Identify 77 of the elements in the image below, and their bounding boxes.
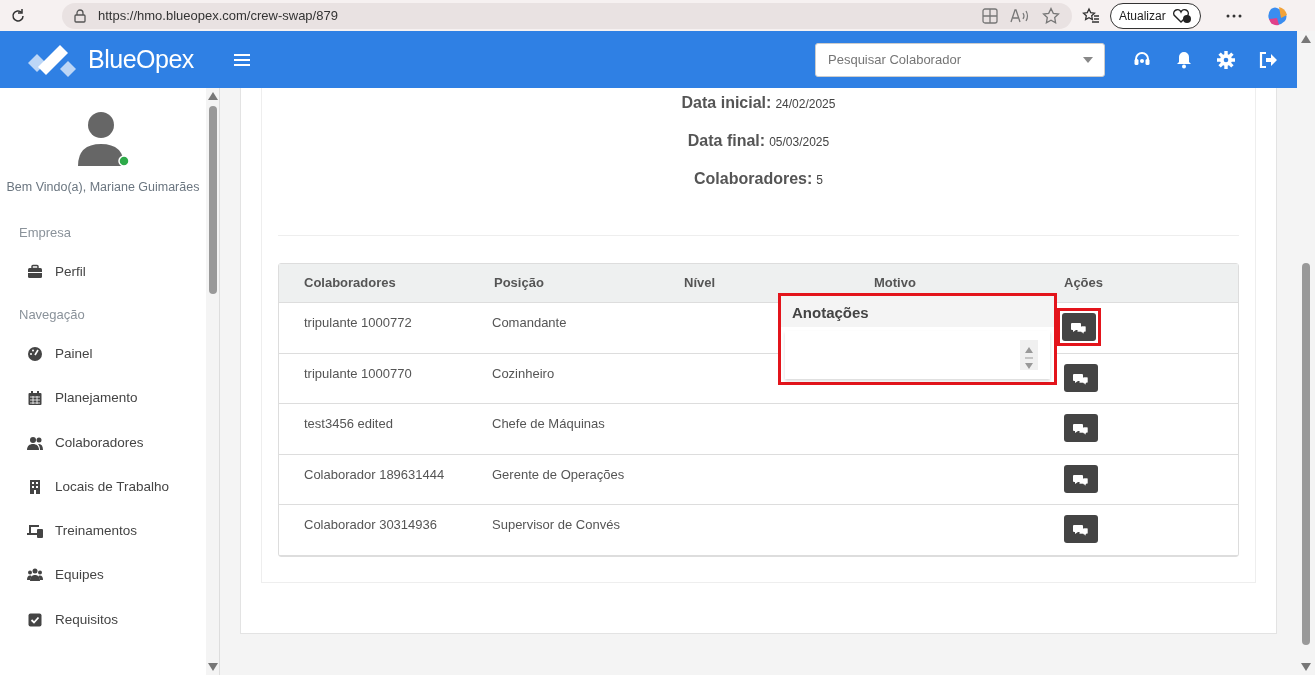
spinner-control[interactable]	[1020, 340, 1038, 370]
field-label: Colaboradores:	[694, 169, 813, 189]
menu-icon[interactable]	[233, 52, 250, 67]
team-icon	[27, 567, 43, 584]
column-header: Colaboradores	[304, 274, 397, 293]
table-cell-text: Supervisor de Convés	[492, 516, 621, 534]
sidebar-item[interactable]: Requisitos	[0, 597, 206, 630]
scroll-down-icon[interactable]	[207, 663, 218, 671]
notes-button[interactable]	[1064, 515, 1098, 543]
read-aloud-icon[interactable]	[1010, 7, 1030, 24]
scroll-up-icon[interactable]	[207, 92, 218, 100]
sidebar-item[interactable]: Locais de Trabalho	[0, 464, 206, 509]
notes-button[interactable]	[1064, 363, 1098, 392]
sidebar-item[interactable]: Planejamento	[0, 376, 206, 421]
logo-icon	[26, 42, 78, 77]
bell-icon[interactable]	[1175, 50, 1193, 69]
field-label: Data final:	[687, 131, 766, 151]
field-value: 05/03/2025	[769, 134, 830, 151]
table-cell-text: tripulante 1000772	[304, 314, 413, 332]
more-icon[interactable]	[1224, 12, 1243, 19]
url-text: https://hmo.blueopex.com/crew-swap/879	[98, 6, 339, 25]
copilot-icon[interactable]	[1266, 4, 1289, 27]
address-bar[interactable]: https://hmo.blueopex.com/crew-swap/879	[62, 2, 1072, 29]
star-icon[interactable]	[1042, 6, 1060, 25]
table-cell-text: tripulante 1000770	[304, 364, 413, 383]
brand-name: BlueOpex	[88, 43, 194, 75]
favorites-icon[interactable]	[1082, 6, 1100, 25]
welcome-text: Bem Vindo(a), Mariane Guimarães	[5, 179, 201, 196]
apps-icon[interactable]	[982, 7, 998, 24]
section-heading: Navegação	[18, 305, 86, 324]
scrollbar-thumb[interactable]	[1302, 263, 1310, 645]
sidebar-item[interactable]: Painel	[0, 332, 206, 377]
table-cell-text: Comandante	[492, 314, 568, 332]
users-icon	[27, 434, 43, 451]
update-button[interactable]: Atualizar	[1110, 2, 1201, 29]
popover-title: Anotações	[781, 296, 1054, 327]
sidebar-item[interactable]: Perfil	[0, 250, 206, 295]
chat-icon	[1070, 320, 1088, 334]
table-cell-text: Gerente de Operações	[492, 465, 626, 484]
table-cell-text: Chefe de Máquinas	[492, 415, 606, 433]
caret-icon	[1083, 56, 1093, 63]
gauge-icon	[27, 346, 43, 363]
sidebar-item[interactable]: Equipes	[0, 553, 206, 598]
settings-icon[interactable]	[1217, 50, 1235, 69]
briefcase-icon	[27, 264, 43, 281]
sidebar-item[interactable]: Colaboradores	[0, 420, 206, 465]
table-cell-text: Colaborador 30314936	[304, 516, 438, 534]
sidebar-item[interactable]: Treinamentos	[0, 509, 206, 554]
notes-button[interactable]	[1064, 464, 1098, 493]
scrollbar-thumb[interactable]	[208, 106, 217, 294]
column-header: Nível	[684, 274, 717, 293]
search-field[interactable]: Pesquisar Colaborador	[815, 42, 1105, 77]
scroll-up-icon[interactable]	[1301, 35, 1311, 43]
heart-icon	[1171, 7, 1192, 24]
reload-icon[interactable]	[10, 7, 26, 24]
table-cell-text: test3456 edited	[304, 415, 394, 433]
scroll-down-icon[interactable]	[1301, 663, 1311, 671]
calendar-icon	[27, 390, 43, 407]
table-cell-text: Colaborador 189631444	[304, 465, 446, 484]
column-header: Ações	[1064, 274, 1105, 293]
notes-button[interactable]	[1064, 414, 1098, 442]
field-value: 5	[816, 172, 823, 189]
spin-icon	[1024, 346, 1034, 370]
table-cell-text: Cozinheiro	[492, 364, 556, 383]
chat-icon	[1072, 421, 1090, 435]
devices-icon	[27, 523, 43, 540]
section-heading: Empresa	[18, 223, 73, 242]
notes-field[interactable]	[785, 331, 1050, 379]
lock-icon	[74, 8, 86, 23]
column-header: Posição	[494, 274, 545, 293]
chat-icon	[1072, 522, 1090, 536]
field-label: Data inicial:	[681, 93, 772, 113]
building-icon	[27, 478, 43, 495]
column-header: Motivo	[874, 274, 917, 293]
logout-icon[interactable]	[1259, 50, 1277, 69]
field-value: 24/02/2025	[775, 96, 836, 113]
checkbox-icon	[27, 611, 43, 628]
